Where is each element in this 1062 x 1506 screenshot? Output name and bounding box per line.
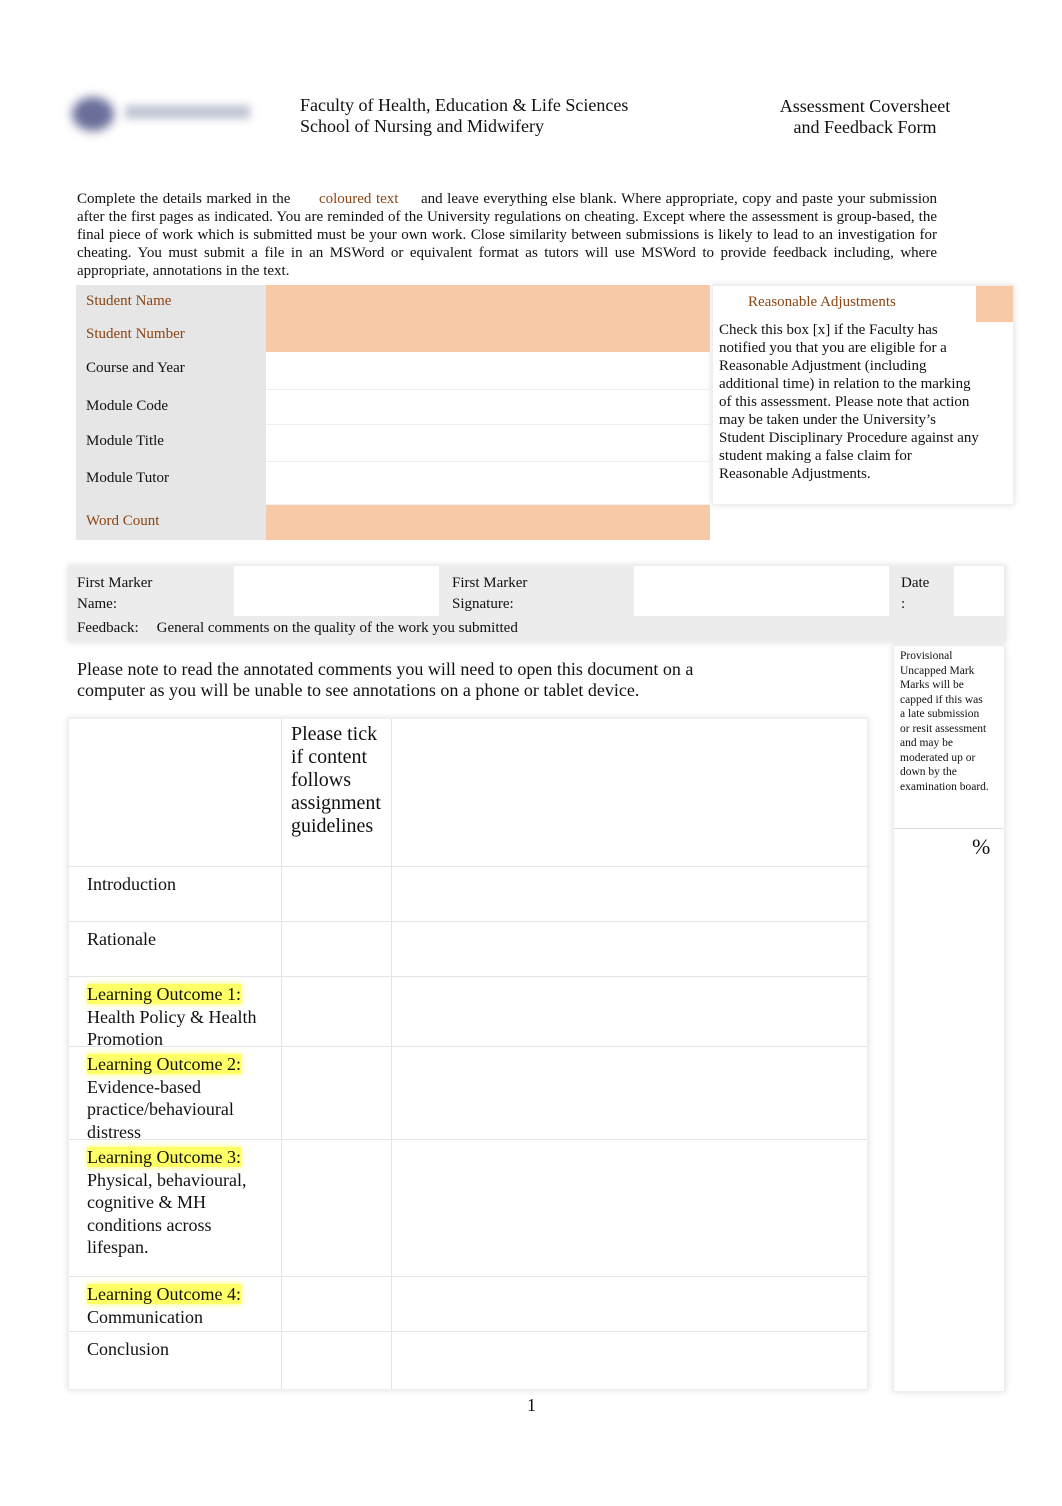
- tick-cell[interactable]: [283, 867, 389, 922]
- field-input-module-tutor[interactable]: [266, 462, 710, 505]
- row-label-text: Evidence-based practice/behavioural dist…: [87, 1076, 234, 1142]
- field-label: Module Tutor: [76, 462, 266, 505]
- field-label: Module Title: [76, 425, 266, 462]
- field-label: Student Name: [76, 285, 266, 318]
- provisional-mark-note: Provisional Uncapped Mark Marks will be …: [900, 650, 989, 793]
- field-input-word-count[interactable]: [266, 505, 710, 540]
- first-marker-name-field[interactable]: [234, 566, 439, 616]
- row-label: Introduction: [87, 873, 267, 896]
- first-marker-name-label: First Marker: [77, 575, 153, 591]
- school-name: School of Nursing and Midwifery: [300, 116, 544, 136]
- tick-cell[interactable]: [283, 977, 389, 1047]
- feedback-table: Please tick if content follows assignmen…: [68, 718, 868, 1390]
- tick-cell[interactable]: [283, 1332, 389, 1390]
- comment-cell[interactable]: [393, 1277, 863, 1332]
- date-field[interactable]: [954, 566, 1004, 616]
- coloured-text-sample: coloured text: [318, 191, 399, 207]
- learning-outcome-highlight: Learning Outcome 3:: [87, 1147, 241, 1167]
- reasonable-adjustments-checkbox[interactable]: [976, 286, 1013, 322]
- row-label: Conclusion: [87, 1338, 267, 1361]
- row-label: Learning Outcome 4: Communication: [87, 1283, 267, 1328]
- comment-cell[interactable]: [393, 922, 863, 977]
- first-marker-signature-field[interactable]: [634, 566, 889, 616]
- university-logo: [70, 95, 255, 135]
- field-input-course-and-year[interactable]: [266, 352, 710, 390]
- feedback-row: Learning Outcome 3: Physical, behavioural…: [69, 1139, 867, 1276]
- reasonable-adjustments-box: Reasonable Adjustments Check this box [x…: [712, 285, 1014, 505]
- comment-cell[interactable]: [393, 1140, 863, 1277]
- row-label-text: Introduction: [87, 874, 176, 894]
- tick-cell[interactable]: [283, 922, 389, 977]
- field-label: Module Code: [76, 390, 266, 425]
- mark-percent-field[interactable]: %: [972, 834, 990, 860]
- row-label: Rationale: [87, 928, 267, 951]
- feedback-row: Rationale: [69, 921, 867, 976]
- row-label: Learning Outcome 3: Physical, behavioural…: [87, 1146, 267, 1259]
- row-label: Learning Outcome 2: Evidence-based practi…: [87, 1053, 267, 1143]
- feedback-description: General comments on the quality of the w…: [156, 620, 518, 636]
- form-title-line2: and Feedback Form: [793, 117, 937, 137]
- annotation-note: Please note to read the annotated commen…: [77, 659, 694, 700]
- feedback-row: Conclusion: [69, 1331, 867, 1389]
- learning-outcome-highlight: Learning Outcome 1:: [87, 984, 241, 1004]
- comment-cell[interactable]: [393, 1047, 863, 1140]
- feedback-row: Learning Outcome 2: Evidence-based practi…: [69, 1046, 867, 1142]
- row-label-text: Health Policy & Health Promotion: [87, 1006, 257, 1050]
- tick-cell[interactable]: [283, 1277, 389, 1332]
- learning-outcome-highlight: Learning Outcome 4:: [87, 1284, 241, 1304]
- comment-cell[interactable]: [393, 867, 863, 922]
- feedback-label: Feedback:: [77, 620, 139, 636]
- reasonable-adjustments-title: Reasonable Adjustments: [748, 294, 896, 310]
- field-label: Course and Year: [76, 352, 266, 390]
- page-number: 1: [527, 1395, 536, 1415]
- row-label: Learning Outcome 1: Health Policy & Healt…: [87, 983, 267, 1051]
- faculty-name: Faculty of Health, Education & Life Scie…: [300, 95, 629, 115]
- row-label-text: Rationale: [87, 929, 156, 949]
- feedback-row: Learning Outcome 4: Communication: [69, 1276, 867, 1331]
- field-label: Word Count: [76, 505, 266, 540]
- field-input-student-number[interactable]: [266, 318, 710, 352]
- comment-cell[interactable]: [393, 977, 863, 1047]
- tick-cell[interactable]: [283, 1140, 389, 1277]
- field-label: Student Number: [76, 318, 266, 352]
- mark-box: Provisional Uncapped Mark Marks will be …: [893, 645, 1005, 1392]
- date-colon: :: [901, 596, 906, 612]
- first-marker-signature-label: First Marker: [452, 575, 528, 591]
- tick-cell[interactable]: [283, 1047, 389, 1140]
- row-label-text: Communication: [87, 1306, 203, 1327]
- comment-cell[interactable]: [393, 1332, 863, 1390]
- row-label-text: Conclusion: [87, 1339, 170, 1359]
- signature-label: Signature:: [452, 596, 514, 612]
- row-label-text: Physical, behavioural, cognitive & MH co…: [87, 1169, 247, 1258]
- document-page: Faculty of Health, Education & Life Scie…: [0, 0, 1062, 1506]
- field-input-module-title[interactable]: [266, 425, 710, 462]
- tick-column-header: Please tick if content follows assignmen…: [291, 723, 381, 837]
- feedback-row: Introduction: [69, 866, 867, 921]
- feedback-row: Learning Outcome 1: Health Policy & Healt…: [69, 976, 867, 1049]
- instructions-text: Complete the details marked in the: [77, 191, 291, 207]
- instructions: Complete the details marked in the colou…: [77, 190, 937, 280]
- name-label: Name:: [77, 596, 117, 612]
- form-title: Assessment Coversheet: [779, 96, 951, 116]
- reasonable-adjustments-text: Check this box [x] if the Faculty has no…: [719, 322, 979, 482]
- date-label: Date: [901, 575, 930, 591]
- field-input-module-code[interactable]: [266, 390, 710, 425]
- field-input-student-name[interactable]: [266, 285, 710, 318]
- marker-section: First Marker Name: First Marker Signature:…: [68, 565, 1006, 642]
- learning-outcome-highlight: Learning Outcome 2:: [87, 1054, 241, 1074]
